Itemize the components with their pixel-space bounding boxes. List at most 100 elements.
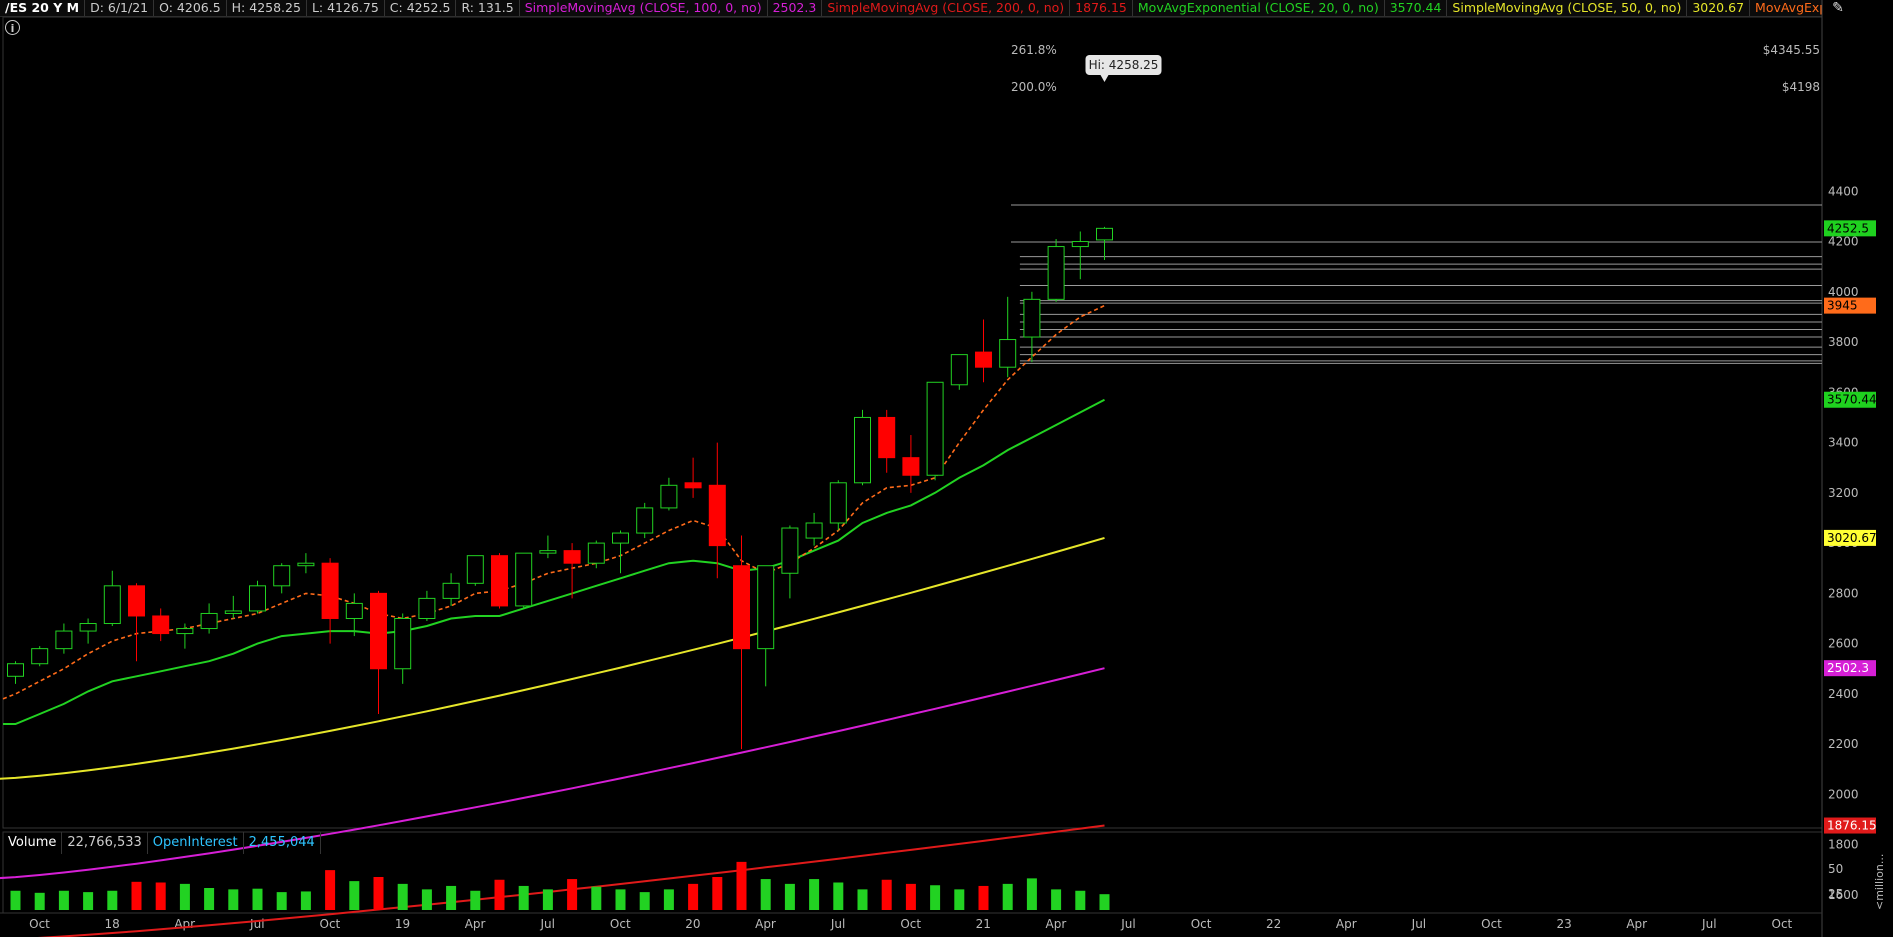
volume-bar[interactable] [204, 888, 215, 910]
price-panel-frame [2, 16, 1823, 829]
volume-bar[interactable] [349, 881, 360, 910]
candle-body[interactable] [781, 527, 799, 574]
volume-bar[interactable] [155, 882, 166, 911]
volume-bar[interactable] [736, 861, 747, 910]
volume-bar[interactable] [978, 885, 989, 910]
volume-bar[interactable] [83, 892, 94, 910]
volume-unit-label: <million... [1873, 854, 1886, 910]
volume-bar[interactable] [179, 883, 190, 910]
candle-body[interactable] [321, 562, 339, 619]
time-tick-label: Oct [1191, 917, 1212, 931]
volume-bar[interactable] [373, 877, 384, 910]
volume-bar[interactable] [809, 879, 820, 910]
volume-bar[interactable] [663, 889, 674, 910]
candle-body[interactable] [999, 339, 1017, 368]
candle-body[interactable] [854, 416, 871, 484]
candle-body[interactable] [1071, 241, 1089, 248]
candle-body[interactable] [805, 522, 823, 539]
volume-bar[interactable] [325, 870, 336, 910]
volume-bar[interactable] [276, 892, 287, 910]
candle-body[interactable] [31, 648, 49, 665]
volume-bar[interactable] [446, 885, 457, 910]
candle-body[interactable] [79, 623, 97, 632]
candle-body[interactable] [878, 416, 896, 459]
candle-body[interactable] [297, 562, 315, 567]
candle-body[interactable] [660, 484, 678, 509]
candle-body[interactable] [975, 351, 992, 368]
volume-bar[interactable] [784, 883, 795, 910]
volume-bar[interactable] [1099, 894, 1110, 910]
volume-bar[interactable] [1051, 889, 1062, 910]
volume-bar[interactable] [881, 879, 892, 910]
time-tick-label: Apr [1336, 917, 1357, 931]
candle-body[interactable] [1096, 227, 1113, 241]
volume-bar[interactable] [760, 879, 771, 910]
volume-bar[interactable] [857, 889, 868, 910]
volume-bar[interactable] [1075, 890, 1086, 910]
volume-bar[interactable] [131, 881, 142, 910]
fib-price-4198-label: $4198 [1782, 80, 1820, 94]
candle-body[interactable] [370, 592, 387, 670]
candle-body[interactable] [636, 507, 654, 534]
candle-body[interactable] [273, 565, 291, 587]
candle-body[interactable] [950, 354, 968, 386]
candle-body[interactable] [733, 565, 750, 650]
volume-bar[interactable] [591, 886, 602, 910]
volume-bar[interactable] [1026, 878, 1037, 910]
candle-body[interactable] [1047, 246, 1065, 300]
volume-bar[interactable] [10, 890, 21, 910]
volume-bar[interactable] [107, 890, 118, 910]
volume-bar[interactable] [518, 885, 529, 910]
candle-body[interactable] [176, 628, 194, 635]
open-interest-label: OpenInterest [148, 832, 244, 854]
candle-body[interactable] [152, 615, 170, 635]
volume-bar[interactable] [905, 883, 916, 910]
volume-bar[interactable] [712, 877, 723, 910]
volume-bar[interactable] [930, 885, 941, 910]
volume-bar[interactable] [1002, 883, 1013, 910]
price-chart[interactable]: 1400160018002000220024002600280030003200… [0, 0, 1893, 937]
candle-body[interactable] [902, 457, 920, 476]
candle-body[interactable] [926, 381, 944, 476]
volume-bar[interactable] [833, 882, 844, 911]
candle-body[interactable] [345, 602, 363, 619]
volume-bar[interactable] [300, 891, 311, 910]
candle-body[interactable] [539, 550, 557, 554]
volume-bar[interactable] [252, 888, 263, 910]
volume-bar[interactable] [688, 883, 699, 910]
candle-body[interactable] [7, 663, 24, 677]
volume-bar[interactable] [639, 892, 650, 910]
candle-body[interactable] [684, 482, 702, 489]
volume-bar[interactable] [615, 889, 626, 910]
candle-body[interactable] [128, 585, 145, 617]
candle-body[interactable] [563, 550, 581, 564]
candle-body[interactable] [249, 585, 266, 612]
candle-body[interactable] [612, 532, 629, 544]
candle-body[interactable] [200, 612, 218, 630]
candle-body[interactable] [394, 617, 412, 670]
candle-body[interactable] [224, 610, 242, 614]
candle-body[interactable] [418, 597, 436, 619]
volume-bar[interactable] [228, 889, 239, 910]
candle-body[interactable] [587, 542, 605, 564]
volume-bar[interactable] [421, 889, 432, 910]
volume-bar[interactable] [470, 890, 481, 910]
candle-body[interactable] [1023, 298, 1041, 338]
volume-bar[interactable] [542, 889, 553, 910]
candle-body[interactable] [757, 565, 775, 650]
volume-bar[interactable] [954, 889, 965, 910]
candle-body[interactable] [491, 555, 508, 607]
candle-body[interactable] [55, 630, 73, 650]
candle-body[interactable] [515, 552, 533, 607]
volume-bar[interactable] [567, 879, 578, 910]
volume-bar[interactable] [397, 883, 408, 910]
candle-body[interactable] [442, 582, 460, 599]
candle-body[interactable] [466, 555, 484, 584]
candle-body[interactable] [708, 484, 726, 547]
volume-bar[interactable] [34, 892, 45, 910]
volume-bar[interactable] [58, 890, 69, 910]
candle-body[interactable] [103, 585, 121, 625]
candle-body[interactable] [829, 482, 847, 524]
volume-bar[interactable] [494, 879, 505, 910]
time-tick-label: 20 [685, 917, 700, 931]
